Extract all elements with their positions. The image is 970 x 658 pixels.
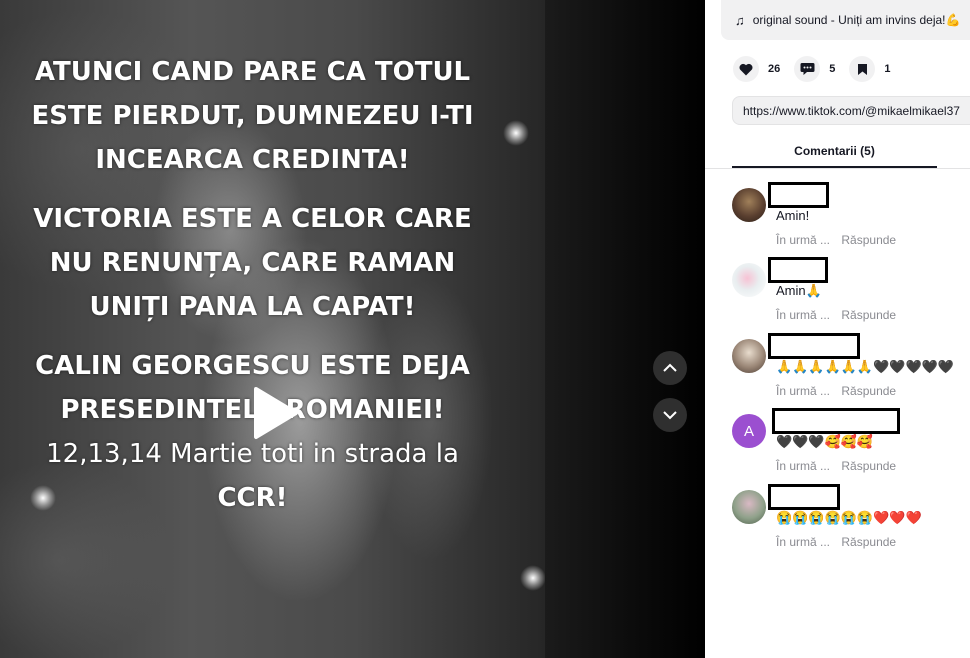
avatar[interactable] [732,188,766,222]
comment-meta: În urmă ... Răspunde [776,459,896,473]
save-button[interactable]: 1 [849,56,891,82]
light-spot [503,120,529,146]
bookmark-icon [849,56,876,82]
music-note-icon: ♫ [735,12,745,28]
heart-icon [733,56,759,82]
next-video-button[interactable] [653,398,687,432]
avatar[interactable] [732,263,766,297]
reply-button[interactable]: Răspunde [841,384,896,398]
comment-text: 🙏🙏🙏🙏🙏🙏🖤🖤🖤🖤🖤 [776,359,955,374]
comment-count: 5 [829,63,836,75]
redacted-username [768,333,860,359]
details-sidebar: ♫ original sound - Uniți am invins deja!… [705,0,970,658]
redacted-username [768,257,828,283]
comment-time: În urmă ... [776,308,831,322]
save-count: 1 [884,63,891,75]
reply-button[interactable]: Răspunde [841,308,896,322]
comment-meta: În urmă ... Răspunde [776,308,896,322]
previous-video-button[interactable] [653,351,687,385]
comment-time: În urmă ... [776,233,831,247]
chevron-down-icon [663,411,677,420]
share-url-field[interactable]: https://www.tiktok.com/@mikaelmikael37 [732,96,970,125]
video-backdrop [545,0,705,658]
video-player[interactable]: ATUNCI CAND PARE CA TOTUL ESTE PIERDUT, … [0,0,545,658]
light-spot [520,565,545,591]
overlay-line: CCR! [217,483,288,513]
comment-time: În urmă ... [776,459,831,473]
redacted-username [768,182,829,208]
avatar[interactable] [732,339,766,373]
overlay-line: CALIN GEORGESCU ESTE DEJA [35,351,470,381]
comment-time: În urmă ... [776,535,831,549]
overlay-line: ESTE PIERDUT, DUMNEZEU I-TI [31,101,474,131]
reply-button[interactable]: Răspunde [841,233,896,247]
avatar[interactable] [732,490,766,524]
comment-meta: În urmă ... Răspunde [776,384,896,398]
comment-meta: În urmă ... Răspunde [776,233,896,247]
sound-label: original sound - Uniți am invins deja!💪 [752,13,961,27]
comment-text: 🖤🖤🖤🥰🥰🥰 [776,434,874,449]
play-icon[interactable] [250,385,300,441]
reply-button[interactable]: Răspunde [841,459,896,473]
engagement-stats: 26 5 1 [733,56,905,82]
comment-text: Amin! [776,208,810,223]
overlay-line: ATUNCI CAND PARE CA TOTUL [34,57,471,87]
comment-text: 😭😭😭😭😭😭❤️❤️❤️ [776,510,922,525]
comment-meta: În urmă ... Răspunde [776,535,896,549]
comment-button[interactable]: 5 [794,56,835,82]
comment-time: În urmă ... [776,384,831,398]
chevron-up-icon [663,363,677,372]
redacted-username [768,484,840,510]
overlay-line: UNIȚI PANA LA CAPAT! [89,292,416,322]
reply-button[interactable]: Răspunde [841,535,896,549]
redacted-username [772,408,900,434]
overlay-line: NU RENUNȚA, CARE RAMAN [49,248,456,278]
overlay-line: VICTORIA ESTE A CELOR CARE [33,204,472,234]
overlay-line: INCEARCA CREDINTA! [95,145,410,175]
sound-link[interactable]: ♫ original sound - Uniți am invins deja!… [721,0,970,40]
avatar-letter: A [743,422,754,440]
avatar[interactable]: A [732,414,766,448]
like-button[interactable]: 26 [733,56,780,82]
video-caption-overlay: ATUNCI CAND PARE CA TOTUL ESTE PIERDUT, … [0,50,505,535]
comment-icon [794,56,821,82]
tab-divider [705,168,970,169]
tab-comments[interactable]: Comentarii (5) [732,136,937,168]
comment-text: Amin🙏 [776,283,822,298]
like-count: 26 [768,63,781,75]
